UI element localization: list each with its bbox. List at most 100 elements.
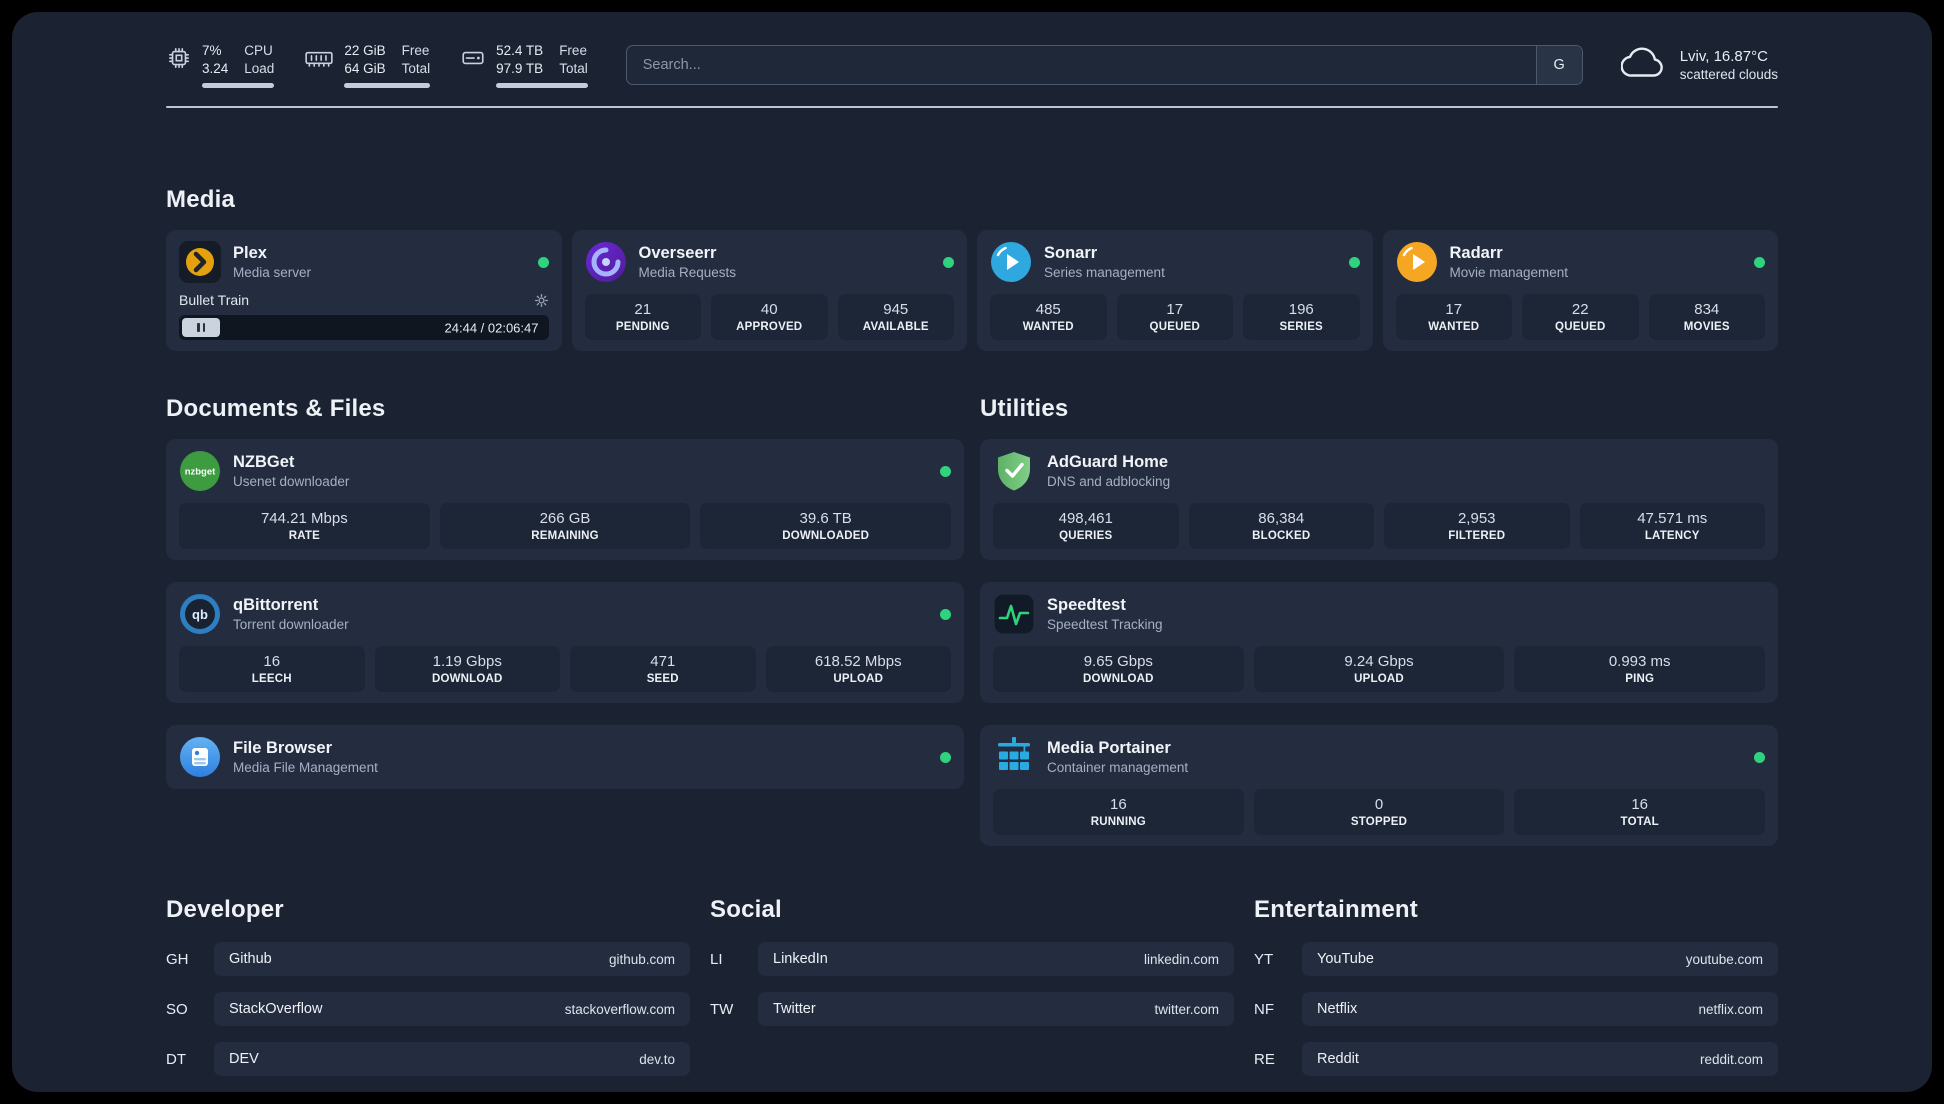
weather-condition: scattered clouds — [1679, 67, 1778, 83]
entertainment-section-title: Entertainment — [1254, 896, 1418, 924]
qbittorrent-icon: qb — [179, 593, 221, 635]
stat-wanted: 485 WANTED — [990, 294, 1107, 341]
cpu-widget: 7% 3.24 CPU Load — [166, 42, 275, 89]
qbittorrent-subtitle: Torrent downloader — [233, 617, 349, 633]
social-section-title: Social — [710, 896, 782, 924]
portainer-status-dot — [1754, 751, 1765, 763]
stat-series: 196 SERIES — [1243, 294, 1360, 341]
bookmark-github[interactable]: GH Github github.com — [166, 942, 690, 977]
bookmark-twitter[interactable]: TW Twitter twitter.com — [710, 992, 1234, 1027]
stat-upload: 9.24 Gbps UPLOAD — [1253, 646, 1505, 693]
bookmark-abbr: DT — [166, 1050, 186, 1068]
stat-approved: 40 APPROVED — [711, 294, 828, 341]
stat-leech: 16 LEECH — [179, 646, 365, 693]
radarr-status-dot — [1754, 256, 1765, 268]
bookmark-abbr: RE — [1254, 1050, 1275, 1068]
svg-text:nzbget: nzbget — [185, 467, 216, 478]
stat-rate: 744.21 Mbps RATE — [179, 503, 430, 550]
bookmark-netflix[interactable]: NF Netflix netflix.com — [1254, 992, 1778, 1027]
filebrowser-icon — [179, 736, 221, 778]
plex-name: Plex — [233, 244, 267, 263]
cpu-label-bottom: Load — [244, 61, 275, 77]
overseerr-status-dot — [943, 256, 954, 268]
bookmark-label: Github — [229, 951, 272, 968]
topbar: 7% 3.24 CPU Load 22 GiB 64 GiB Free Tota… — [166, 42, 1778, 89]
card-speedtest[interactable]: Speedtest Speedtest Tracking 9.65 Gbps D… — [980, 582, 1778, 704]
card-adguard[interactable]: AdGuard Home DNS and adblocking 498,461 … — [980, 439, 1778, 561]
bookmark-label: Netflix — [1317, 1001, 1358, 1018]
bookmark-stackoverflow[interactable]: SO StackOverflow stackoverflow.com — [166, 992, 690, 1027]
card-sonarr[interactable]: Sonarr Series management 485 WANTED 17 Q… — [977, 230, 1373, 352]
disk-icon — [460, 42, 486, 88]
nzbget-name: NZBGet — [233, 453, 295, 472]
memory-total-value: 64 GiB — [344, 61, 386, 77]
bookmark-label: DEV — [229, 1051, 259, 1068]
stat-remaining: 266 GB REMAINING — [439, 503, 691, 550]
bookmark-linkedin[interactable]: LI LinkedIn linkedin.com — [710, 942, 1234, 977]
bookmark-abbr: GH — [166, 950, 189, 968]
disk-usage-bar — [496, 83, 588, 89]
cpu-load-value: 3.24 — [202, 61, 229, 77]
bookmark-youtube[interactable]: YT YouTube youtube.com — [1254, 942, 1778, 977]
filebrowser-subtitle: Media File Management — [233, 760, 378, 776]
search-provider-button[interactable]: G — [1535, 46, 1582, 85]
bookmarks-area: Developer GH Github github.com SO StackO… — [166, 896, 1778, 1092]
card-qbittorrent[interactable]: qb qBittorrent Torrent downloader 16 LEE… — [166, 582, 964, 704]
cpu-label-top: CPU — [244, 43, 273, 58]
card-overseerr[interactable]: Overseerr Media Requests 21 PENDING 40 A… — [571, 230, 967, 352]
memory-label-bottom: Total — [401, 61, 431, 77]
stat-queries: 498,461 QUERIES — [993, 503, 1179, 550]
bookmark-reddit[interactable]: RE Reddit reddit.com — [1254, 1042, 1778, 1077]
speedtest-icon — [993, 593, 1035, 635]
stat-stopped: 0 STOPPED — [1253, 789, 1505, 836]
settings-gear-icon[interactable] — [534, 293, 549, 308]
adguard-subtitle: DNS and adblocking — [1047, 474, 1171, 490]
bookmark-domain: youtube.com — [1685, 951, 1763, 967]
card-filebrowser[interactable]: File Browser Media File Management — [166, 725, 964, 790]
card-nzbget[interactable]: nzbget NZBGet Usenet downloader 744.21 M… — [166, 439, 964, 561]
card-plex[interactable]: Plex Media server Bullet Train 24:44 / 0… — [166, 230, 562, 352]
nzbget-subtitle: Usenet downloader — [233, 474, 350, 490]
stat-movies: 834 MOVIES — [1648, 294, 1765, 341]
documents-column: Documents & Files nzbget NZBGet Usenet d… — [166, 395, 964, 790]
stat-running: 16 RUNNING — [993, 789, 1244, 836]
stat-filtered: 2,953 FILTERED — [1384, 503, 1570, 550]
radarr-subtitle: Movie management — [1449, 265, 1569, 281]
search-bar: G — [625, 45, 1583, 86]
stat-upload: 618.52 Mbps UPLOAD — [765, 646, 951, 693]
speedtest-name: Speedtest — [1047, 596, 1126, 615]
memory-label-top: Free — [401, 43, 430, 58]
bookmark-domain: dev.to — [639, 1051, 675, 1067]
pause-button[interactable] — [182, 318, 220, 338]
card-radarr[interactable]: Radarr Movie management 17 WANTED 22 QUE… — [1382, 230, 1778, 352]
stat-download: 9.65 Gbps DOWNLOAD — [993, 646, 1244, 693]
search-input[interactable] — [626, 46, 1536, 85]
radarr-name: Radarr — [1449, 244, 1503, 263]
topbar-divider — [166, 106, 1778, 109]
bookmark-label: LinkedIn — [773, 951, 828, 968]
bookmark-dev[interactable]: DT DEV dev.to — [166, 1042, 690, 1077]
card-portainer[interactable]: Media Portainer Container management 16 … — [980, 725, 1778, 847]
plex-now-playing: Bullet Train 24:44 / 02:06:47 — [179, 292, 549, 341]
disk-widget: 52.4 TB 97.9 TB Free Total — [460, 42, 588, 89]
filebrowser-name: File Browser — [233, 739, 333, 758]
bookmark-domain: github.com — [608, 951, 675, 967]
playback-progress-bar[interactable]: 24:44 / 02:06:47 — [179, 315, 549, 341]
portainer-subtitle: Container management — [1047, 760, 1189, 776]
portainer-name: Media Portainer — [1047, 739, 1171, 758]
disk-label-top: Free — [559, 43, 587, 58]
weather-widget: Lviv, 16.87°C scattered clouds — [1620, 46, 1778, 85]
memory-free-value: 22 GiB — [344, 43, 386, 58]
two-column-area: Documents & Files nzbget NZBGet Usenet d… — [166, 395, 1778, 847]
plex-icon — [179, 241, 221, 284]
bookmark-group-social: Social LI LinkedIn linkedin.com TW Twitt… — [710, 896, 1234, 1092]
bookmark-abbr: TW — [710, 1000, 734, 1018]
cloud-icon — [1620, 46, 1667, 85]
filebrowser-status-dot — [940, 751, 951, 763]
bookmark-abbr: LI — [710, 950, 723, 968]
stat-download: 1.19 Gbps DOWNLOAD — [374, 646, 560, 693]
bookmark-abbr: NF — [1254, 1000, 1274, 1018]
sonarr-status-dot — [1348, 256, 1360, 268]
portainer-icon — [993, 736, 1035, 778]
cpu-icon — [166, 42, 192, 88]
